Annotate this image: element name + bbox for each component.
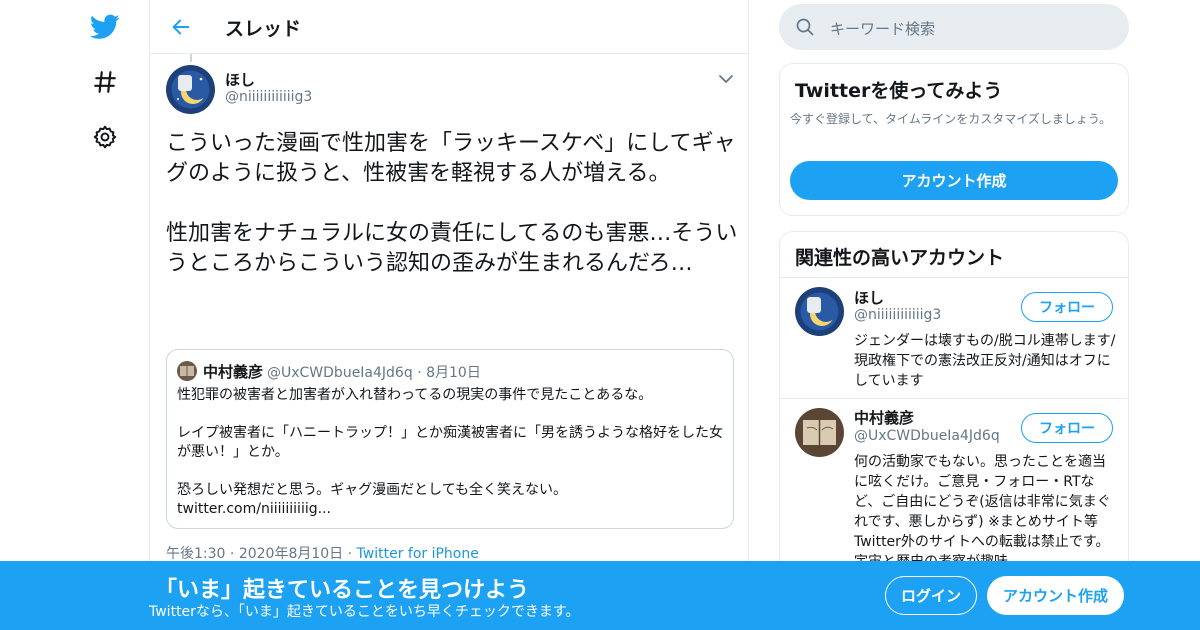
author-handle[interactable]: @niiiiiiiiiiiig3	[225, 89, 312, 105]
tweet-time: 午後1:30	[166, 546, 226, 562]
create-account-button[interactable]: アカウント作成	[790, 161, 1118, 200]
login-button[interactable]: ログイン	[885, 576, 977, 615]
account-name[interactable]: 中村義彦	[854, 407, 914, 428]
signup-card-subtitle: 今すぐ登録して、タイムラインをカスタマイズしましょう。	[790, 112, 1112, 126]
app: スレッド ほし @niiiiiiiiiiiig3 こういった漫画で性加害を「ラッ…	[0, 0, 1200, 630]
list-item[interactable]: ほし @niiiiiiiiiiiig3 フォロー ジェンダーは壊すもの/脱コル連…	[780, 278, 1128, 398]
separator-dot: ·	[417, 365, 422, 381]
back-button[interactable]	[166, 12, 196, 42]
separator-dot: ·	[229, 546, 235, 562]
left-nav	[0, 0, 150, 630]
search-placeholder: キーワード検索	[830, 20, 936, 38]
avatar[interactable]	[166, 65, 215, 114]
quote-author-name: 中村義彦	[203, 363, 264, 381]
search-input[interactable]: キーワード検索	[779, 4, 1129, 50]
chevron-down-icon[interactable]	[716, 69, 736, 89]
main-column: スレッド ほし @niiiiiiiiiiiig3 こういった漫画で性加害を「ラッ…	[149, 0, 749, 630]
account-bio: ジェンダーは壊すもの/脱コル連帯します/現政権下での憲法改正反対/通知はオフにし…	[854, 333, 1116, 389]
separator-dot: ·	[347, 546, 353, 562]
arrow-left-icon	[172, 19, 190, 35]
related-accounts-title: 関連性の高いアカウント	[795, 247, 1005, 269]
account-handle: @UxCWDbueIa4Jd6q	[854, 428, 1000, 444]
account-bio: 何の活動家でもない。思ったことを適当に呟くだけ。ご意見・フォロー・RTなど、ご自…	[854, 454, 1111, 570]
hashtag-icon[interactable]	[88, 65, 122, 99]
follow-button[interactable]: フォロー	[1021, 413, 1113, 443]
follow-button[interactable]: フォロー	[1021, 292, 1113, 322]
thread-connector	[190, 54, 192, 62]
author-name[interactable]: ほし	[225, 69, 255, 90]
page-title: スレッド	[225, 18, 302, 40]
signup-card: Twitterを使ってみよう 今すぐ登録して、タイムラインをカスタマイズしましょ…	[779, 63, 1129, 216]
banner-create-account-button[interactable]: アカウント作成	[987, 576, 1124, 615]
quote-author-handle: @UxCWDbueIa4Jd6q · 8月10日	[267, 362, 481, 382]
tweet-source-link[interactable]: Twitter for iPhone	[357, 546, 479, 562]
signup-banner: 「いま」起きていることを見つけよう Twitterなら、「いま」起きていることを…	[0, 561, 1200, 630]
account-handle: @niiiiiiiiiiiig3	[854, 307, 942, 323]
thread-header: スレッド	[150, 0, 748, 54]
quote-avatar	[177, 361, 197, 381]
quote-handle-text: @UxCWDbueIa4Jd6q	[267, 365, 413, 381]
account-name[interactable]: ほし	[854, 287, 884, 308]
search-icon	[795, 17, 815, 37]
tweet-date: 2020年8月10日	[238, 546, 344, 562]
avatar[interactable]	[795, 287, 844, 336]
tweet-text: こういった漫画で性加害を「ラッキースケベ」にしてギャグのように扱うと、性被害を軽…	[166, 131, 738, 276]
gear-icon[interactable]	[88, 120, 122, 154]
tweet-meta: 午後1:30 · 2020年8月10日 · Twitter for iPhone	[166, 543, 479, 563]
twitter-bird-icon[interactable]	[88, 10, 122, 44]
banner-title: 「いま」起きていることを見つけよう	[155, 578, 530, 603]
banner-subtitle: Twitterなら、「いま」起きていることをいち早くチェックできます。	[149, 604, 580, 620]
avatar[interactable]	[795, 408, 844, 457]
quote-text: 性犯罪の被害者と加害者が入れ替わってるの現実の事件で見たことあるな。 レイプ被害…	[177, 387, 723, 517]
quote-date: 8月10日	[426, 365, 481, 381]
quote-tweet[interactable]: 中村義彦 @UxCWDbueIa4Jd6q · 8月10日 性犯罪の被害者と加害…	[166, 349, 734, 529]
signup-card-title: Twitterを使ってみよう	[795, 80, 1003, 102]
